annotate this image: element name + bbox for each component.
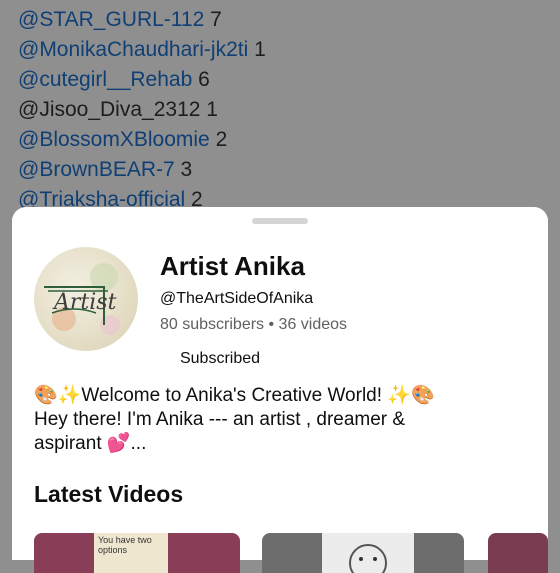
video-thumbnail[interactable]: You have two options — [34, 533, 240, 573]
channel-avatar[interactable]: Artist — [34, 247, 138, 351]
subscribed-button[interactable]: Subscribed — [162, 343, 278, 375]
thumbnail-note: You have two options — [94, 533, 168, 573]
latest-videos-heading: Latest Videos — [34, 481, 184, 507]
channel-handle: @TheArtSideOfAnika — [160, 290, 314, 307]
description-line: aspirant 💕... — [34, 433, 147, 454]
channel-bottom-sheet: Artist Artist Anika @TheArtSideOfAnika 8… — [12, 207, 548, 573]
video-thumbnail[interactable] — [488, 533, 548, 573]
video-thumbnail[interactable] — [262, 533, 464, 573]
channel-name: Artist Anika — [160, 251, 305, 281]
drag-handle[interactable] — [252, 218, 308, 224]
avatar-artwork: Artist — [44, 263, 120, 335]
channel-stats: 80 subscribers • 36 videos — [160, 316, 348, 333]
sketch-face-icon — [349, 544, 387, 573]
channel-description[interactable]: 🎨✨Welcome to Anika's Creative World! ✨🎨 … — [34, 384, 534, 456]
avatar-lettering: Artist — [52, 290, 117, 315]
description-line: 🎨✨Welcome to Anika's Creative World! ✨🎨 — [34, 385, 435, 406]
description-line: Hey there! I'm Anika --- an artist , dre… — [34, 409, 406, 430]
thumbnail-image — [322, 533, 414, 573]
